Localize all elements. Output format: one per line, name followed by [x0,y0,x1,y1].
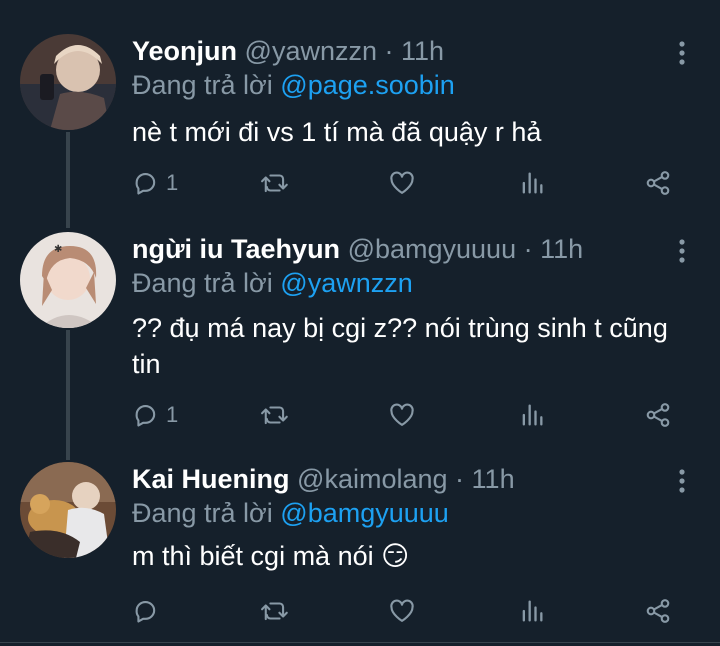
replying-label: Đang trả lời [132,268,273,298]
retweet-icon [260,597,290,625]
bar-chart-icon [518,597,546,625]
mention-link[interactable]: @page.soobin [280,70,455,100]
retweet-icon [260,401,290,429]
heart-icon [388,169,416,197]
replying-to: Đang trả lời @page.soobin [132,68,455,102]
bar-chart-icon [518,401,546,429]
reply-button[interactable]: 1 [132,166,178,200]
tweet-header: Yeonjun @yawnzzn · 11h [132,34,670,68]
timestamp[interactable]: 11h [472,464,515,494]
like-button[interactable] [388,398,416,432]
tweet-text: ?? đụ má nay bị cgi z?? nói trùng sinh t… [132,313,668,379]
share-icon [644,597,672,625]
display-name[interactable]: Kai Huening [132,464,290,494]
like-button[interactable] [388,166,416,200]
more-vertical-icon[interactable] [674,468,690,494]
tweet-actions: 1 [132,166,690,200]
share-icon [644,169,672,197]
more-vertical-icon[interactable] [674,40,690,66]
user-handle[interactable]: @bamgyuuuu [348,234,517,264]
display-name[interactable]: Yeonjun [132,36,237,66]
share-button[interactable] [644,166,672,200]
analytics-button[interactable] [518,166,546,200]
reply-icon [132,401,160,429]
tweet[interactable]: ✱ ngừi iu Taehyun @bamgyuuuu · 11h Đang … [0,232,720,432]
mention-link[interactable]: @bamgyuuuu [280,498,449,528]
analytics-button[interactable] [518,398,546,432]
reply-count: 1 [166,170,179,195]
share-button[interactable] [644,398,672,432]
timestamp[interactable]: 11h [401,36,444,66]
retweet-button[interactable] [260,398,290,432]
analytics-button[interactable] [518,594,546,628]
retweet-button[interactable] [260,166,290,200]
reply-button[interactable]: 1 [132,398,178,432]
heart-icon [388,597,416,625]
avatar[interactable]: ✱ [20,232,116,328]
replying-label: Đang trả lời [132,70,273,100]
svg-text:✱: ✱ [54,244,62,255]
retweet-icon [260,169,290,197]
avatar[interactable] [20,34,116,130]
user-handle[interactable]: @kaimolang [297,464,447,494]
tweet-header: Kai Huening @kaimolang · 11h [132,462,670,496]
tweet[interactable]: Kai Huening @kaimolang · 11h Đang trả lờ… [0,462,720,632]
bar-chart-icon [518,169,546,197]
heart-icon [388,401,416,429]
user-handle[interactable]: @yawnzzn [245,36,377,66]
share-button[interactable] [644,594,672,628]
tweet-text: m thì biết cgi mà nói 😏 [132,541,410,571]
avatar[interactable] [20,462,116,558]
like-button[interactable] [388,594,416,628]
tweet-actions [132,594,690,628]
reply-count: 1 [166,402,179,427]
tweet-text: nè t mới đi vs 1 tí mà đã quậy r hả [132,117,542,147]
replying-to: Đang trả lời @yawnzzn [132,266,413,300]
display-name[interactable]: ngừi iu Taehyun [132,234,340,264]
retweet-button[interactable] [260,594,290,628]
reply-button[interactable] [132,594,166,628]
tweet-header: ngừi iu Taehyun @bamgyuuuu · 11h [132,232,670,266]
divider [0,642,720,643]
separator-dot: · [455,464,465,494]
timestamp[interactable]: 11h [540,234,583,264]
tweet[interactable]: Yeonjun @yawnzzn · 11h Đang trả lời @pag… [0,34,720,204]
tweet-actions: 1 [132,398,690,432]
replying-label: Đang trả lời [132,498,273,528]
replying-to: Đang trả lời @bamgyuuuu [132,496,449,530]
more-vertical-icon[interactable] [674,238,690,264]
share-icon [644,401,672,429]
reply-icon [132,597,160,625]
mention-link[interactable]: @yawnzzn [280,268,412,298]
separator-dot: · [384,36,394,66]
separator-dot: · [523,234,533,264]
reply-icon [132,169,160,197]
